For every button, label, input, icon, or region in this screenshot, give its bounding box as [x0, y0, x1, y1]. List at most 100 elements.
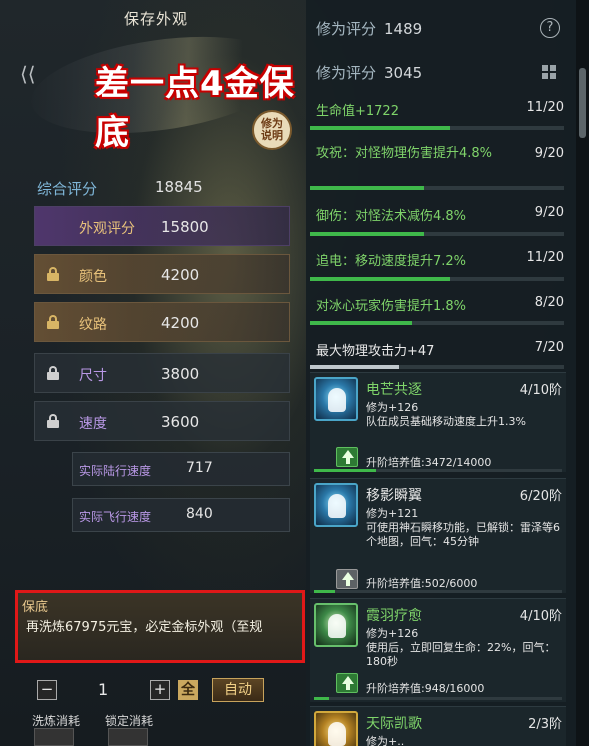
cultivation-panel: 修为评分 1489 ? 修为评分 3045 生命值+1722 11/20 攻祝：对怪…: [306, 0, 576, 746]
skill-card[interactable]: 电芒共逐 4/10阶 修为+126 队伍成员基础移动速度上升1.3% 升阶培养值…: [310, 372, 566, 472]
overlay-banner: 差一点4金保底: [95, 64, 295, 153]
stat-row: 生命值+1722 11/20: [306, 100, 568, 136]
stat-name: 追电：移动速度提升7.2%: [316, 254, 467, 269]
attribute-value: 3800: [161, 365, 200, 383]
lock-cost-label: 锁定消耗: [105, 714, 154, 728]
cultivation-score: 修为评分 1489: [316, 18, 422, 39]
skill-level: 2/3阶: [528, 717, 562, 732]
skill-line: 使用后，立即回复生命：22%，回气：180秒: [366, 641, 556, 668]
guarantee-title: 保底: [22, 600, 49, 615]
upgrade-arrow-icon[interactable]: [336, 447, 358, 467]
appearance-score-label: 外观评分: [79, 221, 135, 237]
stat-name: 攻祝：对怪物理伤害提升4.8%: [316, 146, 493, 161]
overall-score-value: 18845: [155, 178, 203, 196]
attribute-label: 速度: [79, 416, 107, 432]
speed-value: 717: [186, 460, 213, 476]
skill-card[interactable]: 霞羽疗愈 4/10阶 修为+126 使用后，立即回复生命：22%，回气：180秒…: [310, 598, 566, 702]
stat-name: 最大物理攻击力+47: [316, 344, 435, 359]
guarantee-text: 再洗炼67975元宝，必定金标外观（至规: [26, 620, 263, 635]
scrollbar[interactable]: [576, 0, 589, 746]
skill-card[interactable]: 移影瞬翼 6/20阶 修为+121 可使用神石瞬移功能，已解锁：雷泽等6个地图，…: [310, 478, 566, 593]
speed-label: 实际飞行速度: [79, 510, 152, 524]
upgrade-progress-text: 升阶培养值:3472/14000: [366, 456, 492, 469]
teleport-wing-icon: [314, 483, 358, 527]
stat-row: 最大物理攻击力+47 7/20: [306, 340, 568, 370]
stat-row: 对冰心玩家伤害提升1.8% 8/20: [306, 295, 568, 331]
attribute-row-color[interactable]: 颜色 4200: [34, 254, 290, 294]
panel-title: 保存外观: [124, 10, 189, 28]
quantity-value[interactable]: 1: [98, 680, 108, 699]
attribute-label: 颜色: [79, 269, 107, 285]
unlock-icon[interactable]: [47, 414, 59, 428]
stat-level: 8/20: [534, 295, 564, 310]
stat-level: 11/20: [526, 100, 564, 115]
unlock-icon[interactable]: [47, 366, 59, 380]
stat-progress-bar: [310, 277, 564, 281]
skill-level: 6/20阶: [519, 489, 562, 504]
auto-button[interactable]: 自动: [212, 678, 264, 702]
skill-line: 修为+126: [366, 627, 419, 640]
appearance-panel: 保存外观 ⟨⟨ 差一点4金保底 修为 说明 综合评分 18845 外观评分 158…: [0, 0, 306, 746]
stat-name: 生命值+1722: [316, 104, 399, 119]
skill-name: 移影瞬翼: [366, 488, 422, 504]
skill-description: 修为+126 队伍成员基础移动速度上升1.3%: [366, 401, 562, 429]
cultivation-score-label: 修为评分: [316, 20, 377, 38]
upgrade-progress-text: 升阶培养值:502/6000: [366, 577, 478, 590]
skill-name: 电芒共逐: [366, 382, 422, 398]
flight-speed-row: 实际飞行速度 840: [72, 498, 290, 532]
decrease-button[interactable]: −: [37, 680, 57, 700]
all-button[interactable]: 全: [178, 680, 198, 700]
cultivation-score-value: 1489: [384, 20, 423, 38]
wash-cost-slot: [34, 728, 74, 746]
skill-name: 天际凯歌: [366, 716, 422, 732]
help-icon[interactable]: ?: [540, 18, 560, 38]
skill-description: 修为+126 使用后，立即回复生命：22%，回气：180秒: [366, 627, 562, 669]
skill-line: 可使用神石瞬移功能，已解锁：雷泽等6个地图，回气：45分钟: [366, 521, 560, 548]
healing-feather-icon: [314, 603, 358, 647]
attribute-label: 尺寸: [79, 368, 107, 384]
lock-icon[interactable]: [47, 315, 59, 329]
skill-level: 4/10阶: [519, 609, 562, 624]
upgrade-arrow-icon[interactable]: [336, 569, 358, 589]
upgrade-progress-text: 升阶培养值:948/16000: [366, 682, 485, 695]
stat-progress-bar: [310, 365, 564, 369]
overall-score-label: 综合评分: [37, 180, 98, 198]
stat-level: 9/20: [534, 205, 564, 220]
stat-name: 对冰心玩家伤害提升1.8%: [316, 299, 467, 314]
attribute-row-pattern[interactable]: 纹路 4200: [34, 302, 290, 342]
back-arrow-icon[interactable]: ⟨⟨: [20, 62, 50, 86]
stat-progress-bar: [310, 321, 564, 325]
skill-level: 4/10阶: [519, 383, 562, 398]
stat-level: 9/20: [534, 146, 564, 161]
skill-line: 修为+..: [366, 735, 405, 746]
speed-value: 840: [186, 506, 213, 522]
attribute-value: 4200: [161, 266, 200, 284]
skill-description: 修为+121 可使用神石瞬移功能，已解锁：雷泽等6个地图，回气：45分钟: [366, 507, 562, 549]
lock-icon[interactable]: [47, 267, 59, 281]
stat-level: 11/20: [526, 250, 564, 265]
lightning-runner-icon: [314, 377, 358, 421]
cultivation-score-2: 修为评分 3045: [316, 62, 422, 83]
skill-description: 修为+..: [366, 735, 562, 746]
stat-name: 御伤：对怪法术减伤4.8%: [316, 209, 467, 224]
stat-level: 7/20: [534, 340, 564, 355]
scrollbar-thumb[interactable]: [579, 68, 586, 138]
appearance-score-value: 15800: [161, 218, 209, 236]
grid-view-icon[interactable]: [542, 65, 556, 79]
upgrade-arrow-icon[interactable]: [336, 673, 358, 693]
cultivation-score-2-label: 修为评分: [316, 64, 377, 82]
speed-label: 实际陆行速度: [79, 464, 152, 478]
attribute-row-size[interactable]: 尺寸 3800: [34, 353, 290, 393]
sky-song-icon: [314, 711, 358, 746]
attribute-label: 纹路: [79, 317, 107, 333]
skill-line: 修为+121: [366, 507, 419, 520]
skill-card[interactable]: 天际凯歌 2/3阶 修为+..: [310, 706, 566, 746]
stat-row: 追电：移动速度提升7.2% 11/20: [306, 250, 568, 286]
increase-button[interactable]: +: [150, 680, 170, 700]
wash-cost-label: 洗炼消耗: [32, 714, 81, 728]
attribute-row-speed[interactable]: 速度 3600: [34, 401, 290, 441]
lock-cost-slot: [108, 728, 148, 746]
appearance-score-row: 外观评分 15800: [34, 206, 290, 246]
upgrade-progress-bar: [314, 469, 562, 472]
game-screen: 保存外观 ⟨⟨ 差一点4金保底 修为 说明 综合评分 18845 外观评分 158…: [0, 0, 589, 746]
